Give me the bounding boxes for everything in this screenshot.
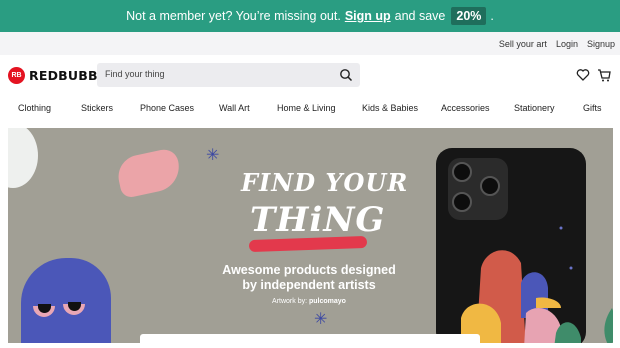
logo-mark: RB (8, 67, 25, 84)
star-doodle-icon: ✳ (206, 147, 220, 164)
promo-banner: Not a member yet? You’re missing out. Si… (0, 0, 620, 32)
hero-search-field[interactable] (140, 334, 480, 348)
search-placeholder: Find your thing (105, 69, 165, 79)
promo-text-after: and save (394, 9, 446, 23)
plant-doodle-icon (604, 308, 613, 343)
sell-your-art-link[interactable]: Sell your art (499, 39, 547, 49)
nav-accessories[interactable]: Accessories (441, 103, 490, 113)
camera-lens (452, 192, 472, 212)
phone-camera-module (448, 158, 508, 220)
nav-stickers[interactable]: Stickers (81, 103, 113, 113)
artwork-credit: Artwork by: pulcomayo (214, 298, 404, 305)
credit-artist-link[interactable]: pulcomayo (309, 298, 346, 305)
nav-home-living[interactable]: Home & Living (277, 103, 336, 113)
nav-gifts[interactable]: Gifts (583, 103, 602, 113)
nav-clothing[interactable]: Clothing (18, 103, 51, 113)
phone-case-image (436, 148, 586, 343)
heart-icon[interactable] (576, 68, 590, 82)
camera-lens (480, 176, 500, 196)
camera-lens (452, 162, 472, 182)
nav-wall-art[interactable]: Wall Art (219, 103, 250, 113)
site-header: RB REDBUBBLE Find your thing (0, 55, 620, 95)
signup-top-link[interactable]: Signup (587, 39, 615, 49)
utility-bar: Sell your art Login Signup (0, 32, 620, 55)
hero-banner[interactable]: ✳ ✳ FIND YOUR THiNG Awesome products des… (8, 128, 613, 343)
promo-text: Not a member yet? You’re missing out. (126, 9, 341, 23)
search-icon[interactable] (339, 68, 353, 82)
category-nav: Clothing Stickers Phone Cases Wall Art H… (0, 95, 620, 123)
login-link[interactable]: Login (556, 39, 578, 49)
cart-icon[interactable] (597, 68, 611, 82)
hero-headline-line2: THiNG (250, 200, 386, 240)
discount-badge: 20% (451, 7, 487, 25)
star-doodle-icon: ✳ (314, 311, 328, 328)
promo-end: . (490, 9, 494, 23)
nav-stationery[interactable]: Stationery (514, 103, 555, 113)
nav-phone-cases[interactable]: Phone Cases (140, 103, 194, 113)
hero-tagline: Awesome products designed by independent… (222, 263, 396, 292)
credit-prefix: Artwork by: (272, 298, 308, 305)
decorative-blob-pink (114, 146, 184, 200)
nav-kids-babies[interactable]: Kids & Babies (362, 103, 418, 113)
search-bar[interactable]: Find your thing (97, 63, 360, 87)
hero-headline-line1: FIND YOUR (241, 168, 409, 197)
character-illustration (21, 258, 111, 343)
decorative-blob-white (8, 128, 38, 188)
character-eye (63, 302, 85, 315)
character-eye (33, 304, 55, 317)
signup-link[interactable]: Sign up (345, 9, 391, 23)
